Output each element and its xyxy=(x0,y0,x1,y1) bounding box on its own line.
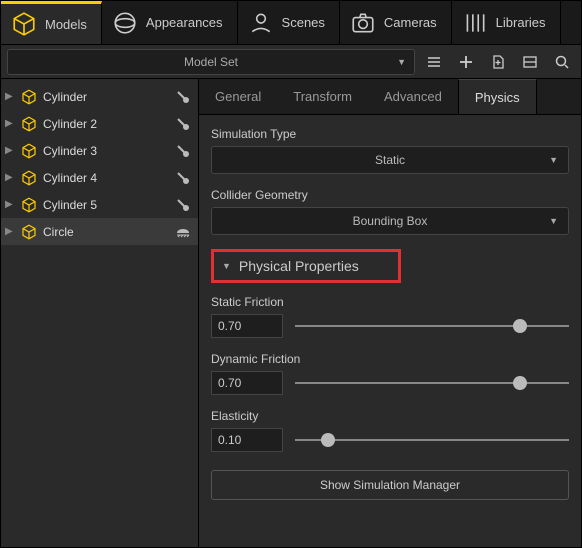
page-plus-icon xyxy=(490,54,506,70)
expand-arrow-icon[interactable]: ▶ xyxy=(5,199,15,210)
static-friction-input[interactable] xyxy=(211,314,283,338)
model-set-label: Model Set xyxy=(184,55,238,69)
tab-general[interactable]: General xyxy=(199,79,277,114)
tab-models[interactable]: Models xyxy=(1,1,102,44)
dynamic-friction-input[interactable] xyxy=(211,371,283,395)
layout-button[interactable] xyxy=(517,49,543,75)
dynamic-friction-slider[interactable] xyxy=(295,375,569,391)
plus-icon xyxy=(458,54,474,70)
scene-icon xyxy=(248,10,274,36)
static-friction-label: Static Friction xyxy=(211,295,569,309)
tree-item-cylinder[interactable]: ▶ Cylinder xyxy=(1,83,198,110)
model-set-dropdown[interactable]: Model Set ▼ xyxy=(7,49,415,75)
tab-advanced[interactable]: Advanced xyxy=(368,79,458,114)
chevron-down-icon: ▼ xyxy=(549,155,558,165)
expand-arrow-icon[interactable]: ▶ xyxy=(5,118,15,129)
cube-icon xyxy=(20,115,38,133)
ground-icon xyxy=(174,223,192,241)
top-tab-bar: Models Appearances Scenes Cameras Librar… xyxy=(1,1,581,45)
collider-geometry-label: Collider Geometry xyxy=(211,188,569,202)
comet-icon xyxy=(174,142,192,160)
search-icon xyxy=(554,54,570,70)
expand-arrow-icon[interactable]: ▶ xyxy=(5,145,15,156)
toolbar: Model Set ▼ xyxy=(1,45,581,79)
tree-item-label: Cylinder xyxy=(43,90,169,104)
elasticity-input[interactable] xyxy=(211,428,283,452)
model-tree: ▶ Cylinder ▶ Cylinder 2 ▶ Cylinder 3 ▶ C… xyxy=(1,79,199,547)
chevron-down-icon: ▼ xyxy=(549,216,558,226)
cube-icon xyxy=(20,142,38,160)
tab-physics[interactable]: Physics xyxy=(458,79,537,114)
simulation-type-value: Static xyxy=(375,153,405,167)
libraries-icon xyxy=(462,10,488,36)
import-button[interactable] xyxy=(485,49,511,75)
collider-geometry-dropdown[interactable]: Bounding Box ▼ xyxy=(211,207,569,235)
section-title: Physical Properties xyxy=(239,258,359,274)
tab-cameras[interactable]: Cameras xyxy=(340,1,452,44)
expand-arrow-icon[interactable]: ▶ xyxy=(5,91,15,102)
tree-item-cylinder3[interactable]: ▶ Cylinder 3 xyxy=(1,137,198,164)
cube-icon xyxy=(20,169,38,187)
search-button[interactable] xyxy=(549,49,575,75)
split-icon xyxy=(522,54,538,70)
tab-label: Appearances xyxy=(146,15,223,30)
cube-icon xyxy=(20,223,38,241)
comet-icon xyxy=(174,88,192,106)
tree-item-cylinder5[interactable]: ▶ Cylinder 5 xyxy=(1,191,198,218)
elasticity-slider[interactable] xyxy=(295,432,569,448)
button-label: Show Simulation Manager xyxy=(320,478,460,492)
collapse-triangle-icon: ▼ xyxy=(222,261,231,271)
sphere-icon xyxy=(112,10,138,36)
camera-icon xyxy=(350,10,376,36)
elasticity-label: Elasticity xyxy=(211,409,569,423)
tree-item-label: Cylinder 5 xyxy=(43,198,169,212)
cube-icon xyxy=(11,11,37,37)
tab-scenes[interactable]: Scenes xyxy=(238,1,340,44)
tab-transform[interactable]: Transform xyxy=(277,79,368,114)
chevron-down-icon: ▼ xyxy=(397,57,406,67)
tab-label: Scenes xyxy=(282,15,325,30)
comet-icon xyxy=(174,115,192,133)
property-tab-bar: General Transform Advanced Physics xyxy=(199,79,581,115)
physical-properties-section-header[interactable]: ▼ Physical Properties xyxy=(211,249,401,283)
tree-item-label: Circle xyxy=(43,225,169,239)
properties-panel: General Transform Advanced Physics Simul… xyxy=(199,79,581,547)
list-icon xyxy=(426,54,442,70)
tab-label: Models xyxy=(45,17,87,32)
comet-icon xyxy=(174,169,192,187)
tree-item-label: Cylinder 4 xyxy=(43,171,169,185)
tree-item-label: Cylinder 2 xyxy=(43,117,169,131)
cube-icon xyxy=(20,88,38,106)
tree-item-label: Cylinder 3 xyxy=(43,144,169,158)
add-button[interactable] xyxy=(453,49,479,75)
slider-thumb[interactable] xyxy=(513,376,527,390)
show-simulation-manager-button[interactable]: Show Simulation Manager xyxy=(211,470,569,500)
expand-arrow-icon[interactable]: ▶ xyxy=(5,172,15,183)
tree-item-cylinder2[interactable]: ▶ Cylinder 2 xyxy=(1,110,198,137)
list-button[interactable] xyxy=(421,49,447,75)
tree-item-circle[interactable]: ▶ Circle xyxy=(1,218,198,245)
expand-arrow-icon[interactable]: ▶ xyxy=(5,226,15,237)
simulation-type-label: Simulation Type xyxy=(211,127,569,141)
tab-appearances[interactable]: Appearances xyxy=(102,1,238,44)
tree-item-cylinder4[interactable]: ▶ Cylinder 4 xyxy=(1,164,198,191)
comet-icon xyxy=(174,196,192,214)
tab-label: Cameras xyxy=(384,15,437,30)
tab-libraries[interactable]: Libraries xyxy=(452,1,561,44)
slider-thumb[interactable] xyxy=(321,433,335,447)
static-friction-slider[interactable] xyxy=(295,318,569,334)
simulation-type-dropdown[interactable]: Static ▼ xyxy=(211,146,569,174)
cube-icon xyxy=(20,196,38,214)
tab-label: Libraries xyxy=(496,15,546,30)
dynamic-friction-label: Dynamic Friction xyxy=(211,352,569,366)
collider-geometry-value: Bounding Box xyxy=(353,214,428,228)
slider-thumb[interactable] xyxy=(513,319,527,333)
